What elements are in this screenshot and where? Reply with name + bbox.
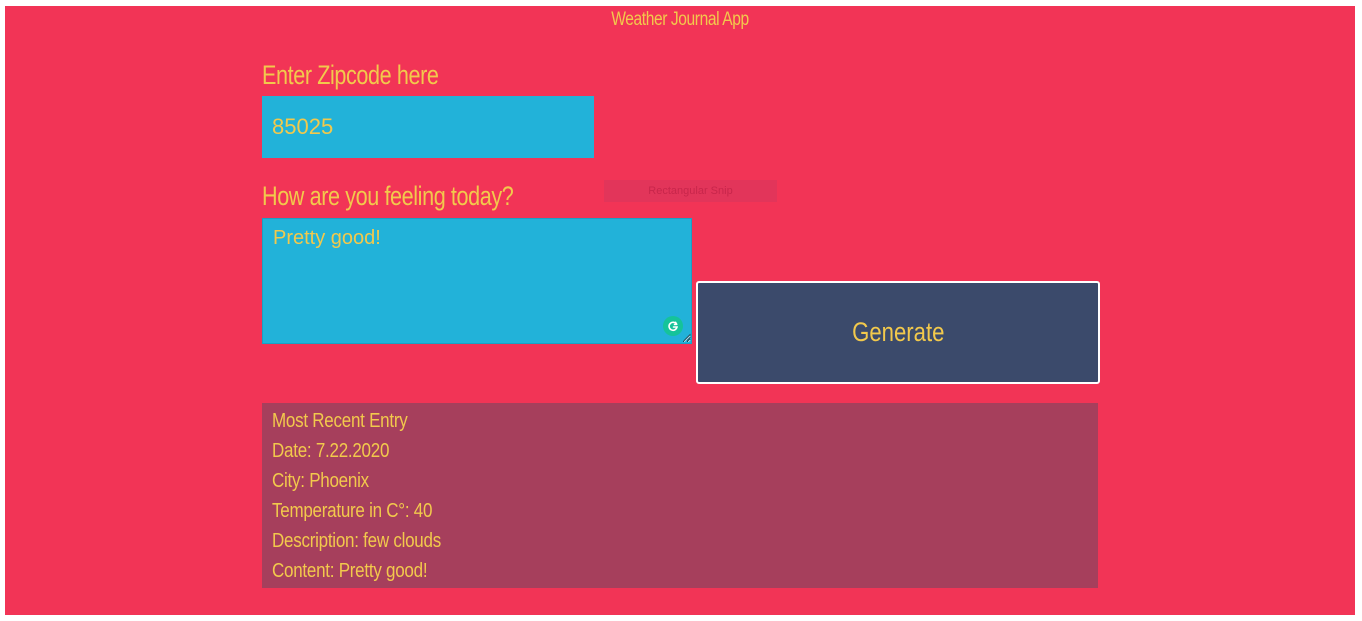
entry-heading: Most Recent Entry [272, 410, 408, 432]
entry-city: City: Phoenix [272, 470, 369, 492]
feelings-label: How are you feeling today? [262, 181, 514, 211]
zipcode-input[interactable] [262, 96, 594, 158]
app-title: Weather Journal App [611, 9, 749, 30]
entry-temperature: Temperature in C°: 40 [272, 500, 433, 522]
feelings-textarea[interactable]: Pretty good! [262, 218, 692, 344]
resize-grip-icon[interactable] [683, 333, 691, 341]
entry-content: Content: Pretty good! [272, 560, 428, 582]
zipcode-label: Enter Zipcode here [262, 60, 439, 90]
generate-button-label: Generate [851, 317, 945, 347]
app-container: Weather Journal App Enter Zipcode here H… [5, 6, 1355, 615]
entry-date: Date: 7.22.2020 [272, 440, 390, 462]
snip-tooltip: Rectangular Snip [604, 180, 777, 202]
grammarly-icon[interactable] [663, 316, 683, 336]
entry-description: Description: few clouds [272, 530, 441, 552]
most-recent-entry-panel: Most Recent Entry Date: 7.22.2020 City: … [262, 403, 1098, 588]
generate-button[interactable]: Generate [696, 281, 1100, 384]
